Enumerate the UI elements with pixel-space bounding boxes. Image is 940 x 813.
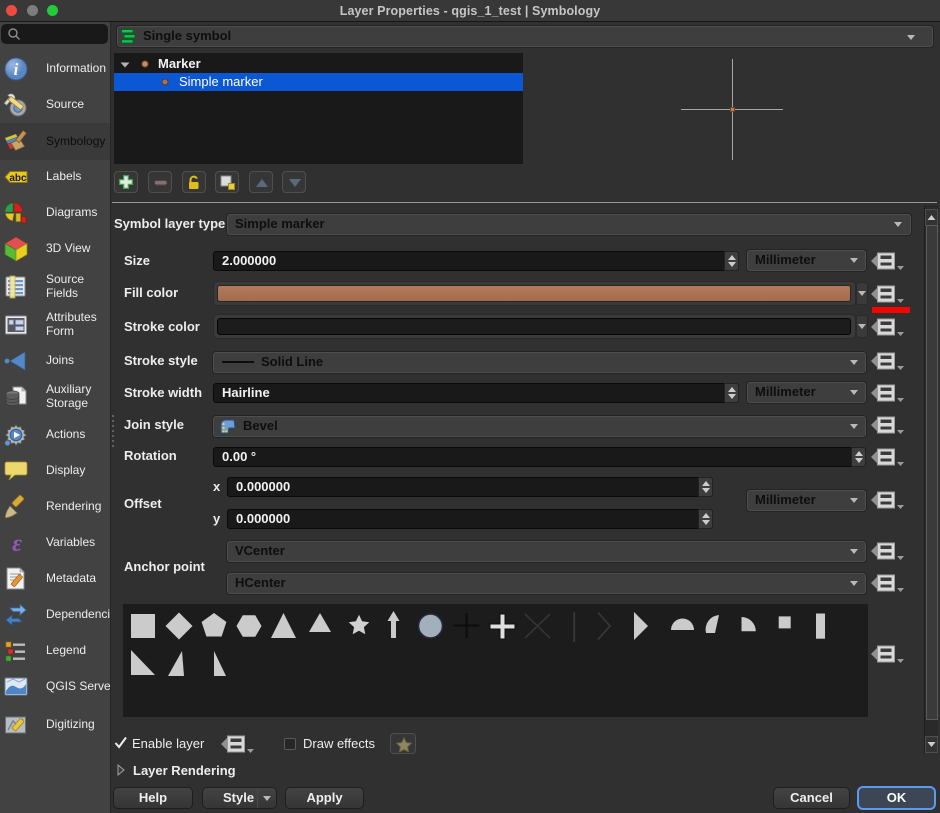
svg-text:abc: abc: [9, 173, 27, 184]
svg-text:ε: ε: [12, 531, 22, 556]
svg-text:i: i: [14, 60, 19, 79]
